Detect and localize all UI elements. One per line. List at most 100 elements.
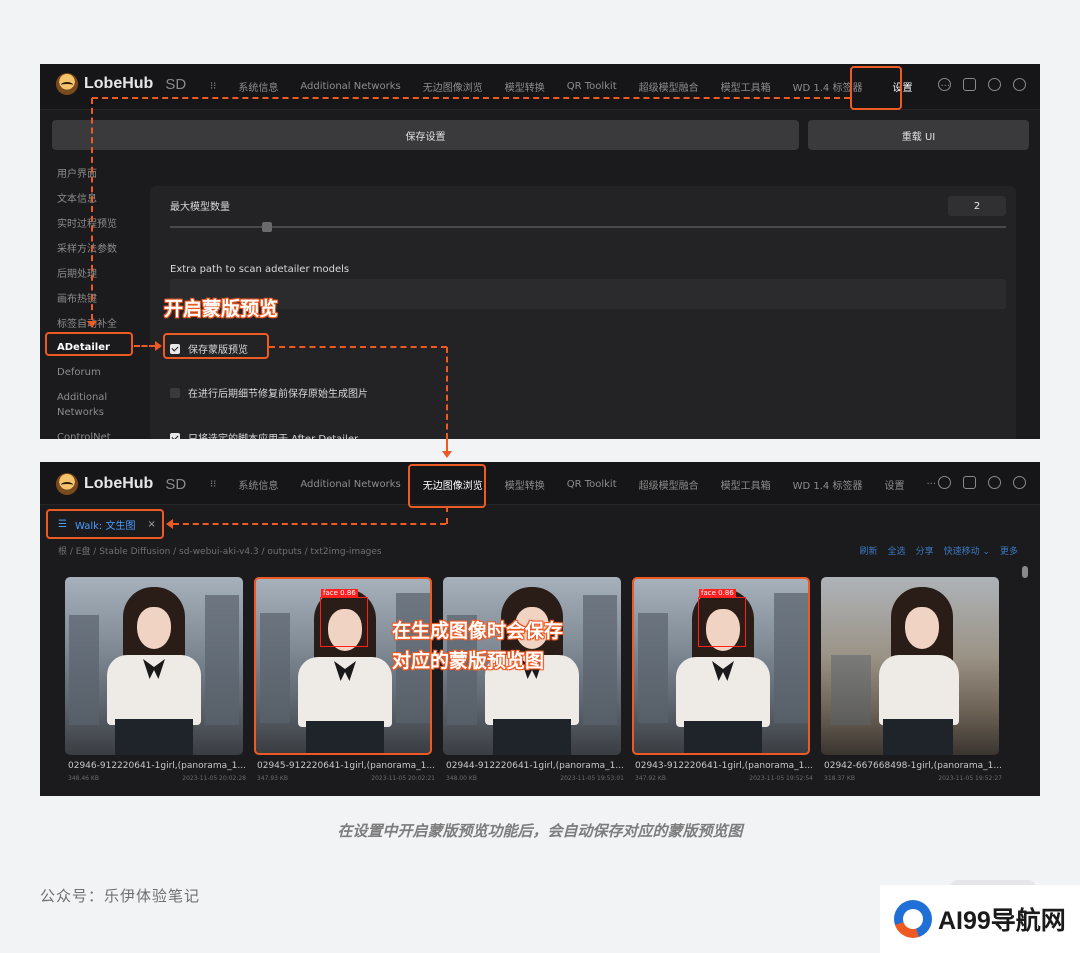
- tab-super-merge[interactable]: 超级模型融合: [639, 477, 699, 492]
- sidebar-item-canvas-hotkeys[interactable]: 画布热键: [40, 285, 140, 310]
- tab-model-convert[interactable]: 模型转换: [505, 79, 545, 94]
- image-meta: 347.93 KB 2023-11-05 20:02:21: [257, 775, 435, 782]
- image-filename: 02946-912220641-1girl,(panorama_1...: [68, 761, 246, 771]
- reload-ui-button[interactable]: 重载 UI: [808, 120, 1029, 150]
- tab-model-toolbox[interactable]: 模型工具箱: [721, 79, 771, 94]
- image-size: 318.37 KB: [824, 775, 855, 782]
- breadcrumb[interactable]: 根 / E盘 / Stable Diffusion / sd-webui-aki…: [58, 544, 382, 557]
- sidebar-item-text-info[interactable]: 文本信息: [40, 185, 140, 210]
- walk-tab[interactable]: ☰ Walk: 文生图 ×: [46, 509, 164, 539]
- checkbox-label: 在进行后期细节修复前保存原始生成图片: [188, 389, 368, 400]
- bg-building: [774, 593, 808, 723]
- arrow-to-adetailer: [87, 321, 97, 328]
- sidebar-item-controlnet[interactable]: ControlNet: [40, 425, 140, 439]
- gear-icon[interactable]: [1013, 78, 1026, 91]
- connector-left-to-walk: [173, 523, 446, 525]
- tab-system-info[interactable]: 系统信息: [238, 477, 278, 492]
- image-filename: 02945-912220641-1girl,(panorama_1...: [257, 761, 435, 771]
- sidebar-item-postprocessing[interactable]: 后期处理: [40, 260, 140, 285]
- tab-image-browser[interactable]: 无边图像浏览: [423, 79, 483, 94]
- max-models-slider[interactable]: [170, 222, 1006, 232]
- tab-model-toolbox[interactable]: 模型工具箱: [721, 477, 771, 492]
- brand-name: LobeHub: [84, 475, 154, 492]
- face-score-label: face 0.86: [699, 589, 736, 598]
- tab-qr-toolkit[interactable]: QR Toolkit: [567, 81, 617, 92]
- image-meta: 318.37 KB 2023-11-05 19:52:27: [824, 775, 1002, 782]
- checkbox[interactable]: [170, 387, 180, 398]
- share-link[interactable]: 分享: [916, 544, 934, 557]
- watermark-text: AI99导航网: [938, 907, 1066, 935]
- save-original-option[interactable]: 在进行后期细节修复前保存原始生成图片: [170, 385, 368, 400]
- tab-qr-toolkit[interactable]: QR Toolkit: [567, 479, 617, 490]
- brand[interactable]: LobeHub SD: [56, 473, 186, 495]
- tab-more-grid[interactable]: ⁝⁝: [210, 479, 216, 490]
- figure-blouse: [676, 657, 770, 727]
- tab-wd-tagger[interactable]: WD 1.4 标签器: [793, 477, 863, 492]
- image-date: 2023-11-05 20:02:28: [182, 775, 246, 782]
- face-detection-box: face 0.86: [320, 589, 368, 647]
- toolbar-icons: [938, 78, 1026, 91]
- selected-scripts-option[interactable]: 只将选定的脚本应用于 After Detailer: [170, 430, 358, 439]
- tab-more-grid[interactable]: ⁝⁝: [210, 81, 216, 92]
- image-size: 347.93 KB: [257, 775, 288, 782]
- save-mask-preview-highlight: [163, 333, 269, 359]
- tab-additional-networks[interactable]: Additional Networks: [300, 81, 400, 92]
- image-card[interactable]: [65, 577, 243, 755]
- max-models-input[interactable]: 2: [948, 196, 1006, 216]
- extra-path-input[interactable]: [170, 279, 1006, 309]
- scrollbar[interactable]: [1022, 566, 1028, 578]
- image-meta: 348.00 KB 2023-11-05 19:53:01: [446, 775, 624, 782]
- figure-face: [905, 607, 939, 649]
- image-size: 347.92 KB: [635, 775, 666, 782]
- connector-settings-left: [92, 97, 850, 99]
- brand-suffix: SD: [165, 475, 187, 493]
- image-meta: 348.46 KB 2023-11-05 20:02:28: [68, 775, 246, 782]
- tab-additional-networks[interactable]: Additional Networks: [300, 479, 400, 490]
- moon-icon[interactable]: [988, 476, 1001, 489]
- tab-model-convert[interactable]: 模型转换: [505, 477, 545, 492]
- sidebar-item-sampler[interactable]: 采样方法参数: [40, 235, 140, 260]
- connector-between-shots: [446, 439, 448, 451]
- brand[interactable]: LobeHub SD: [56, 73, 186, 95]
- connector-down-to-adetailer: [91, 98, 93, 320]
- top-navbar: LobeHub SD ⁝⁝ 系统信息 Additional Networks 无…: [40, 462, 1040, 505]
- sidebar-item-ui[interactable]: 用户界面: [40, 160, 140, 185]
- github-icon[interactable]: [963, 78, 976, 91]
- checkbox[interactable]: [170, 432, 180, 439]
- image-card-mask-preview[interactable]: face 0.86: [632, 577, 810, 755]
- face-score-label: face 0.86: [321, 589, 358, 598]
- annotation-enable-mask-preview: 开启蒙版预览: [163, 298, 279, 321]
- watermark: AI99导航网: [880, 885, 1080, 953]
- face-detection-box: face 0.86: [698, 589, 746, 647]
- quick-move-link[interactable]: 快速移动 ⌄: [944, 544, 990, 557]
- sidebar-item-live-preview[interactable]: 实时过程预览: [40, 210, 140, 235]
- more-link[interactable]: 更多: [1000, 544, 1018, 557]
- adetailer-settings-panel: 最大模型数量 2 Extra path to scan adetailer mo…: [150, 186, 1016, 439]
- github-icon[interactable]: [963, 476, 976, 489]
- image-date: 2023-11-05 20:02:21: [371, 775, 435, 782]
- figure-skirt: [883, 719, 953, 755]
- settings-tab-highlight: [850, 66, 902, 110]
- sidebar-item-deforum[interactable]: Deforum: [40, 360, 140, 385]
- tab-super-merge[interactable]: 超级模型融合: [639, 79, 699, 94]
- tab-overflow[interactable]: ···: [926, 479, 936, 490]
- moon-icon[interactable]: [988, 78, 1001, 91]
- gear-icon[interactable]: [1013, 476, 1026, 489]
- image-size: 348.46 KB: [68, 775, 99, 782]
- theme-icon[interactable]: [938, 78, 951, 91]
- figure-blouse: [879, 655, 959, 725]
- slider-handle[interactable]: [262, 222, 272, 232]
- select-all-link[interactable]: 全选: [888, 544, 906, 557]
- tab-settings[interactable]: 设置: [884, 477, 904, 492]
- refresh-link[interactable]: 刷新: [860, 544, 878, 557]
- annotation-line-1: 在生成图像时会保存: [391, 620, 564, 643]
- brand-suffix: SD: [165, 75, 187, 93]
- image-card[interactable]: [821, 577, 999, 755]
- tab-system-info[interactable]: 系统信息: [238, 79, 278, 94]
- checkbox-label: 只将选定的脚本应用于 After Detailer: [188, 430, 358, 439]
- image-browser-screenshot: LobeHub SD ⁝⁝ 系统信息 Additional Networks 无…: [40, 462, 1040, 796]
- save-settings-button[interactable]: 保存设置: [52, 120, 799, 150]
- sidebar-item-additional-networks[interactable]: Additional Networks: [40, 385, 140, 425]
- close-icon[interactable]: ×: [147, 519, 155, 530]
- theme-icon[interactable]: [938, 476, 951, 489]
